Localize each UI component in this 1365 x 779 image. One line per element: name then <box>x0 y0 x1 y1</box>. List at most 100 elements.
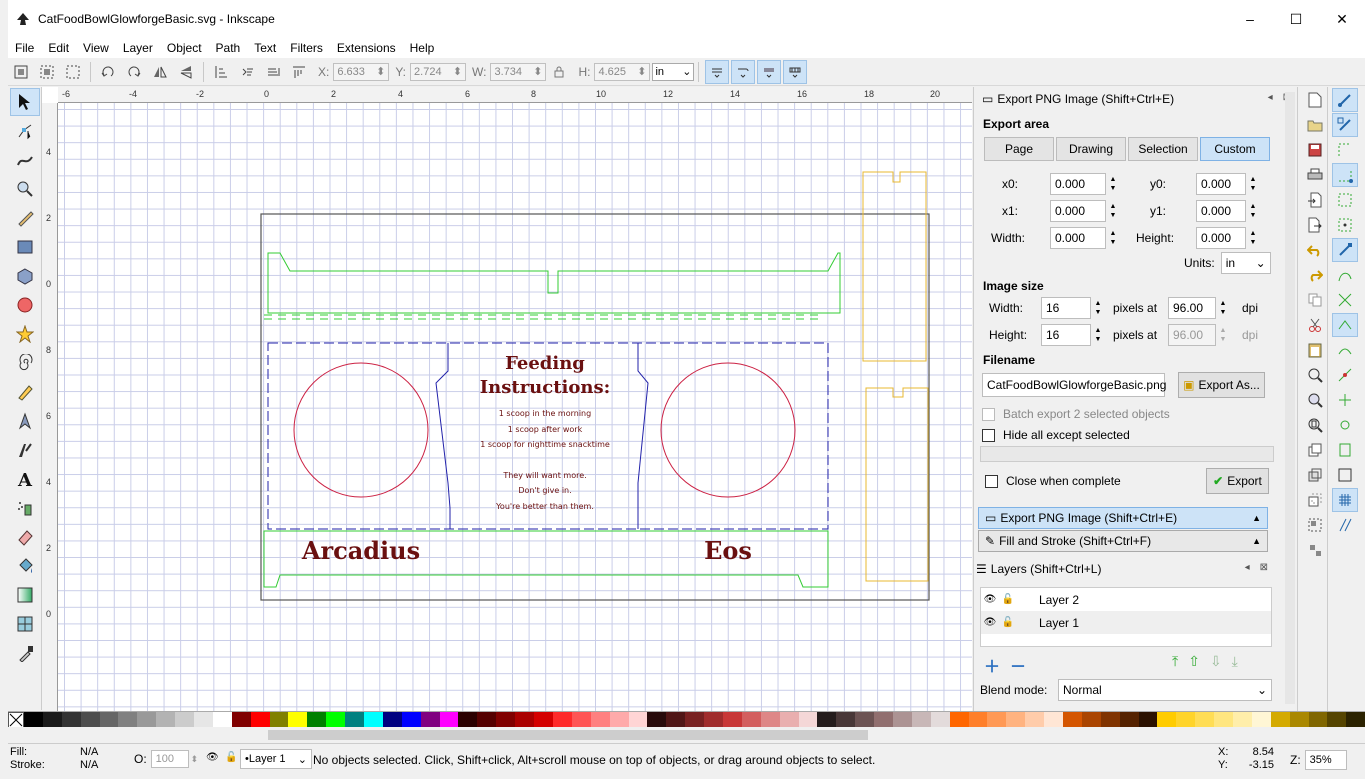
img-width-input[interactable]: 16 <box>1041 297 1091 319</box>
color-swatch[interactable] <box>477 712 497 728</box>
rectangle-tool-icon[interactable] <box>10 233 40 261</box>
color-swatch[interactable] <box>1025 712 1045 728</box>
color-swatch[interactable] <box>175 712 195 728</box>
img-height-input[interactable]: 16 <box>1041 324 1091 346</box>
snap-bbox-midpoint-icon[interactable] <box>1332 188 1358 212</box>
color-swatch[interactable] <box>231 712 251 728</box>
color-swatch[interactable] <box>930 712 950 728</box>
color-swatch[interactable] <box>156 712 176 728</box>
snap-smooth-icon[interactable] <box>1332 338 1358 362</box>
maximize-button[interactable]: ☐ <box>1273 0 1319 38</box>
color-swatch[interactable] <box>666 712 686 728</box>
pen-tool-icon[interactable] <box>10 407 40 435</box>
scale-corners-toggle[interactable] <box>731 59 756 84</box>
close-button[interactable]: ✕ <box>1319 0 1365 38</box>
snap-text-baseline-icon[interactable] <box>1332 438 1358 462</box>
spin-arrows-icon[interactable]: ⬍ <box>637 65 646 78</box>
y1-input[interactable]: 0.000 <box>1196 200 1246 222</box>
color-swatch[interactable] <box>1044 712 1063 728</box>
export-icon[interactable] <box>1302 213 1328 237</box>
snap-enable-icon[interactable] <box>1332 88 1358 112</box>
spin-arrows-icon[interactable]: ▲ ▼ <box>1108 175 1118 193</box>
clone-icon[interactable] <box>1302 463 1328 487</box>
x0-input[interactable]: 0.000 <box>1050 173 1106 195</box>
snap-page-border-icon[interactable] <box>1332 463 1358 487</box>
eye-icon[interactable]: 👁 <box>206 752 219 763</box>
menu-file[interactable]: File <box>8 41 41 55</box>
y0-input[interactable]: 0.000 <box>1196 173 1246 195</box>
color-swatch[interactable] <box>1176 712 1196 728</box>
color-swatch[interactable] <box>364 712 383 728</box>
color-swatch[interactable] <box>1327 712 1347 728</box>
zoom-tool-icon[interactable] <box>10 175 40 203</box>
spin-arrows-icon[interactable]: ▲ ▼ <box>1093 299 1103 317</box>
spin-arrows-icon[interactable]: ⬍ <box>376 65 385 78</box>
menu-help[interactable]: Help <box>403 41 442 55</box>
rotate-cw-icon[interactable] <box>123 61 145 83</box>
color-swatch[interactable] <box>1119 712 1139 728</box>
spin-arrows-icon[interactable]: ⬍ <box>533 65 542 78</box>
raise-layer-icon[interactable]: ⇧ <box>1188 653 1200 670</box>
color-swatch[interactable] <box>269 712 289 728</box>
unlink-clone-icon[interactable] <box>1302 488 1328 512</box>
paste-icon[interactable] <box>1302 338 1328 362</box>
color-swatch[interactable] <box>760 712 780 728</box>
pencil-tool-icon[interactable] <box>10 378 40 406</box>
color-swatch[interactable] <box>704 712 723 728</box>
menu-filters[interactable]: Filters <box>283 41 330 55</box>
vertical-ruler[interactable]: 4 2 0 8 6 4 2 0 <box>42 103 58 711</box>
color-swatch[interactable] <box>798 712 818 728</box>
minimize-button[interactable]: – <box>1227 0 1273 38</box>
color-swatch[interactable] <box>1062 712 1082 728</box>
zoom-page-icon[interactable] <box>1302 413 1328 437</box>
drawing-button[interactable]: Drawing <box>1056 137 1126 161</box>
color-swatch[interactable] <box>571 712 591 728</box>
color-swatch[interactable] <box>345 712 365 728</box>
layer-row-layer-2[interactable]: 👁 🔓 Layer 2 <box>981 588 1271 611</box>
dpi-input[interactable]: 96.00 <box>1168 297 1216 319</box>
filename-input[interactable]: CatFoodBowlGlowforgeBasic.png <box>982 373 1166 397</box>
color-swatch[interactable] <box>1270 712 1290 728</box>
hide-all-checkbox[interactable] <box>982 428 995 442</box>
snap-grid-icon[interactable] <box>1332 488 1358 512</box>
color-swatch[interactable] <box>515 712 535 728</box>
color-swatch[interactable] <box>1233 712 1252 728</box>
rotate-ccw-icon[interactable] <box>97 61 119 83</box>
lower-layer-icon[interactable]: ⇩ <box>1210 653 1222 670</box>
color-swatch[interactable] <box>382 712 402 728</box>
print-icon[interactable] <box>1302 163 1328 187</box>
x1-input[interactable]: 0.000 <box>1050 200 1106 222</box>
color-swatch[interactable] <box>1138 712 1158 728</box>
color-swatch[interactable] <box>61 712 81 728</box>
menu-edit[interactable]: Edit <box>41 41 76 55</box>
deselect-icon[interactable] <box>62 61 84 83</box>
spin-arrows-icon[interactable]: ▲ ▼ <box>1108 202 1118 220</box>
dock-item-export[interactable]: ▭ Export PNG Image (Shift+Ctrl+E) ▲ <box>978 507 1268 529</box>
color-swatch[interactable] <box>420 712 440 728</box>
transform-gradients-toggle[interactable] <box>757 59 782 84</box>
color-swatch[interactable] <box>401 712 421 728</box>
snap-cusp-icon[interactable] <box>1332 313 1358 337</box>
color-swatch[interactable] <box>1214 712 1233 728</box>
h-input[interactable]: 4.625 ⬍ <box>594 62 651 81</box>
color-swatch[interactable] <box>1100 712 1120 728</box>
scrollbar-thumb[interactable] <box>268 730 868 740</box>
menu-view[interactable]: View <box>76 41 116 55</box>
color-swatch[interactable] <box>42 712 62 728</box>
flip-horizontal-icon[interactable] <box>149 61 171 83</box>
add-layer-icon[interactable]: ＋ <box>984 653 1000 677</box>
collapse-arrow-icon[interactable]: ▲ <box>1252 536 1261 546</box>
export-as-button[interactable]: ▣ Export As... <box>1178 372 1265 398</box>
export-button[interactable]: ✔ Export <box>1206 468 1269 494</box>
redo-icon[interactable] <box>1302 263 1328 287</box>
horizontal-ruler[interactable]: -6 -4 -2 0 2 4 6 8 10 12 14 16 18 20 <box>58 87 972 103</box>
color-swatch[interactable] <box>1251 712 1271 728</box>
spin-arrows-icon[interactable]: ⬍ <box>191 754 199 765</box>
open-file-icon[interactable] <box>1302 113 1328 137</box>
opacity-input[interactable]: 100 <box>150 750 189 768</box>
color-swatch[interactable] <box>836 712 856 728</box>
color-swatch[interactable] <box>288 712 308 728</box>
units-select[interactable]: in ⌄ <box>652 62 695 81</box>
color-swatch[interactable] <box>24 712 43 728</box>
color-swatch[interactable] <box>1006 712 1026 728</box>
